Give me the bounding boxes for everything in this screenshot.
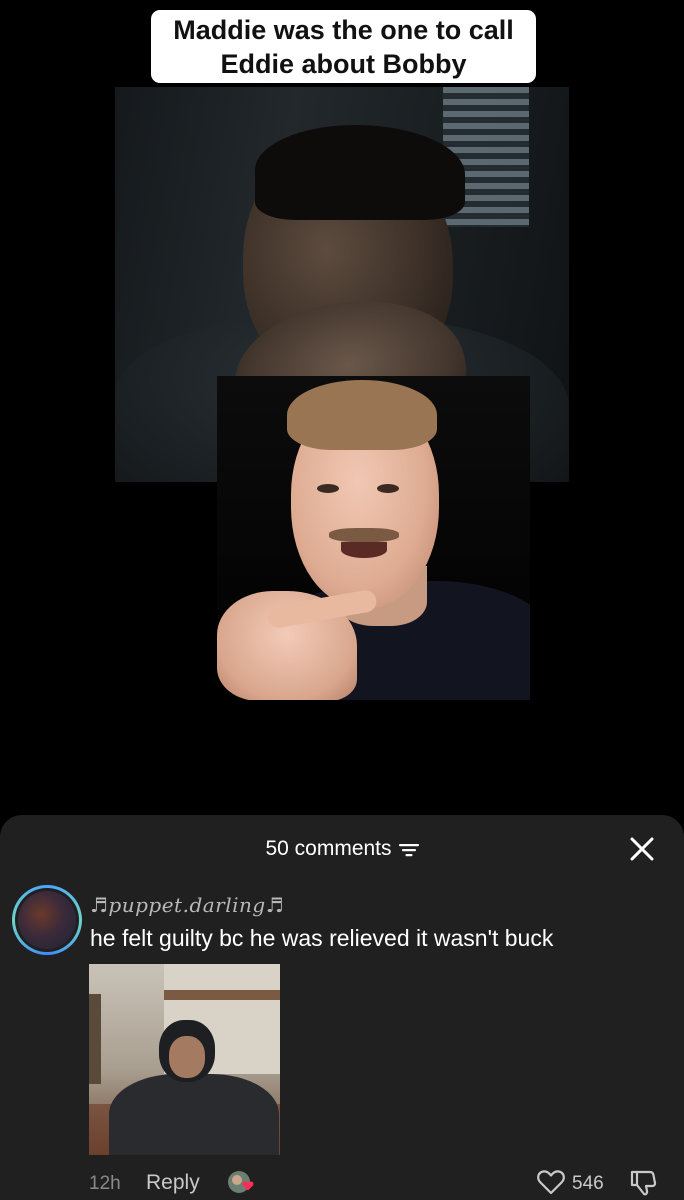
like-count: 546 bbox=[572, 1173, 604, 1194]
comment-username[interactable]: ♬puppet.darling♬ bbox=[90, 893, 284, 917]
reply-button[interactable]: Reply bbox=[146, 1171, 200, 1195]
video-caption: Maddie was the one to call Eddie about B… bbox=[151, 10, 536, 83]
creator-liked-icon bbox=[226, 1169, 258, 1197]
close-icon[interactable] bbox=[626, 833, 658, 865]
video-player[interactable]: Maddie was the one to call Eddie about B… bbox=[0, 0, 684, 815]
comment-image-attachment[interactable] bbox=[89, 964, 280, 1155]
avatar[interactable] bbox=[12, 885, 82, 955]
comment-text: he felt guilty bc he was relieved it was… bbox=[90, 925, 554, 951]
comments-header: 50 comments bbox=[0, 815, 684, 883]
like-heart-icon[interactable] bbox=[536, 1168, 566, 1196]
comment-actions: 12h Reply 546 bbox=[0, 1162, 684, 1200]
video-creator-greenscreen bbox=[217, 376, 530, 700]
comment-time: 12h bbox=[89, 1173, 121, 1194]
dislike-icon[interactable] bbox=[628, 1168, 658, 1198]
sort-filter-icon[interactable] bbox=[398, 842, 419, 858]
comments-count: 50 comments bbox=[265, 837, 392, 860]
